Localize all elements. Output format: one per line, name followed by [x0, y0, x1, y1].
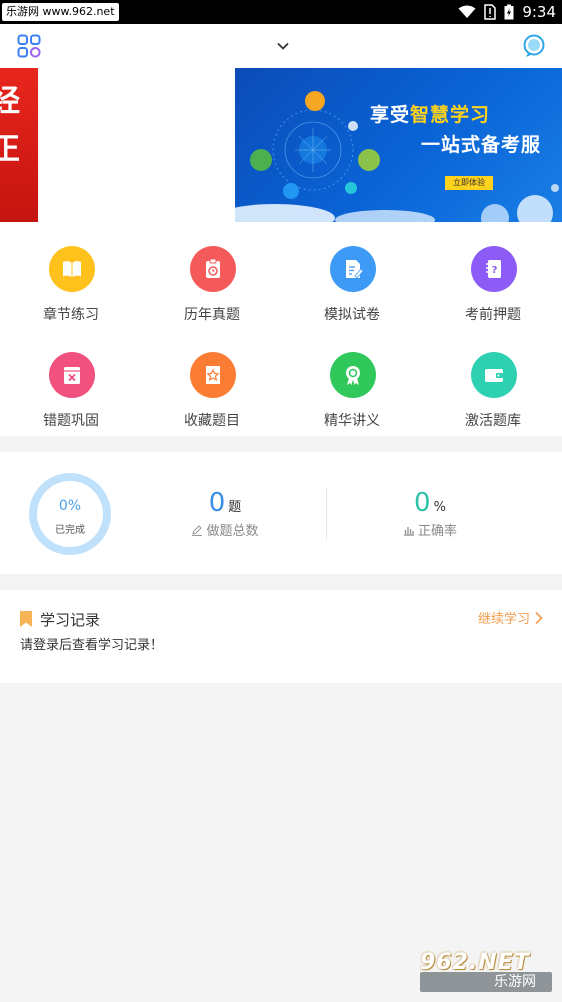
feature-label: 激活题库: [465, 413, 521, 429]
star-note-icon: [190, 352, 236, 398]
banner-left-char-2: 正: [0, 132, 20, 167]
grid-apps-icon[interactable]: [17, 34, 41, 58]
status-bar: 乐游网 www.962.net 9:34: [0, 0, 562, 24]
feature-chapter-practice[interactable]: 章节练习: [1, 246, 141, 346]
completion-percent: 0%: [58, 498, 82, 514]
feature-past-exams[interactable]: 历年真题: [142, 246, 282, 346]
record-login-message: 请登录后查看学习记录！: [20, 638, 164, 653]
bar-chart-icon: [403, 527, 414, 536]
banner-subtitle: 一站式备考服: [421, 134, 542, 156]
feature-grid: 章节练习 历年真题 模拟试卷 ? 考前押题 错题巩固 收藏题目 精华讲义 激活题…: [0, 222, 562, 436]
progress-stats: 0% 已完成 0题 做题总数 0% 正确率: [0, 452, 562, 574]
status-time: 9:34: [522, 3, 556, 21]
battery-charging-icon: [504, 4, 514, 20]
site-watermark: 962.NET 乐游网: [420, 950, 552, 994]
completion-ring: 0% 已完成: [29, 473, 111, 555]
banner-carousel[interactable]: 经 正 享受智慧学习 一站式备考服 立即体验: [0, 68, 562, 222]
accuracy-stat: 0% 正确率: [355, 488, 505, 539]
feature-lecture-notes[interactable]: 精华讲义: [282, 352, 422, 452]
feature-label: 模拟试卷: [324, 307, 380, 323]
feature-favorites[interactable]: 收藏题目: [142, 352, 282, 452]
feature-label: 错题巩固: [43, 413, 99, 429]
accuracy-unit: %: [433, 500, 446, 515]
feature-pre-exam-prediction[interactable]: ? 考前押题: [423, 246, 562, 346]
chevron-down-icon[interactable]: [275, 38, 291, 54]
accuracy-value: 0: [414, 488, 431, 518]
banner-slide-current[interactable]: 享受智慧学习 一站式备考服 立即体验: [235, 68, 562, 222]
questions-done-label-row: 做题总数: [150, 520, 300, 539]
questions-done-label: 做题总数: [206, 524, 259, 539]
questions-done-unit: 题: [228, 500, 242, 515]
accuracy-label: 正确率: [417, 524, 457, 539]
award-medal-icon: [330, 352, 376, 398]
record-title: 学习记录: [40, 611, 101, 629]
feature-activate-bank[interactable]: 激活题库: [423, 352, 562, 452]
learning-record-card: 学习记录 继续学习 请登录后查看学习记录！: [0, 590, 562, 683]
feature-mock-exam[interactable]: 模拟试卷: [282, 246, 422, 346]
top-bar: [0, 24, 562, 68]
stats-divider: [326, 488, 327, 540]
feature-label: 考前押题: [465, 307, 521, 323]
banner-slide-previous[interactable]: 经 正: [0, 68, 38, 222]
wifi-icon: [458, 5, 476, 18]
wallet-icon: [471, 352, 517, 398]
pencil-icon: [192, 525, 203, 536]
banner-left-char-1: 经: [0, 84, 20, 119]
watermark-text: 乐游网: [420, 972, 552, 992]
continue-learning-label: 继续学习: [477, 612, 530, 627]
book-icon: [49, 246, 95, 292]
feature-label: 历年真题: [184, 307, 240, 323]
accuracy-label-row: 正确率: [355, 520, 505, 539]
clipboard-clock-icon: [190, 246, 236, 292]
chat-bubble-icon[interactable]: [522, 34, 546, 58]
feature-wrong-questions[interactable]: 错题巩固: [1, 352, 141, 452]
notebook-question-icon: ?: [471, 246, 517, 292]
feature-label: 收藏题目: [184, 413, 240, 429]
document-edit-icon: [330, 246, 376, 292]
chevron-right-icon: [535, 611, 543, 624]
completion-label: 已完成: [55, 525, 85, 536]
watermark-badge: 乐游网 www.962.net: [2, 3, 119, 21]
banner-cta-button[interactable]: 立即体验: [445, 176, 493, 190]
error-book-icon: [49, 352, 95, 398]
status-right: 9:34: [458, 0, 556, 24]
continue-learning-link[interactable]: 继续学习: [478, 608, 544, 627]
banner-title: 享受智慧学习: [370, 104, 491, 126]
svg-text:?: ?: [492, 265, 498, 276]
feature-label: 章节练习: [43, 307, 99, 323]
questions-done-stat: 0题 做题总数: [150, 488, 300, 539]
bookmark-icon: [20, 611, 32, 627]
questions-done-value: 0: [208, 488, 226, 518]
no-sim-icon: [484, 4, 497, 20]
feature-label: 精华讲义: [324, 413, 380, 429]
